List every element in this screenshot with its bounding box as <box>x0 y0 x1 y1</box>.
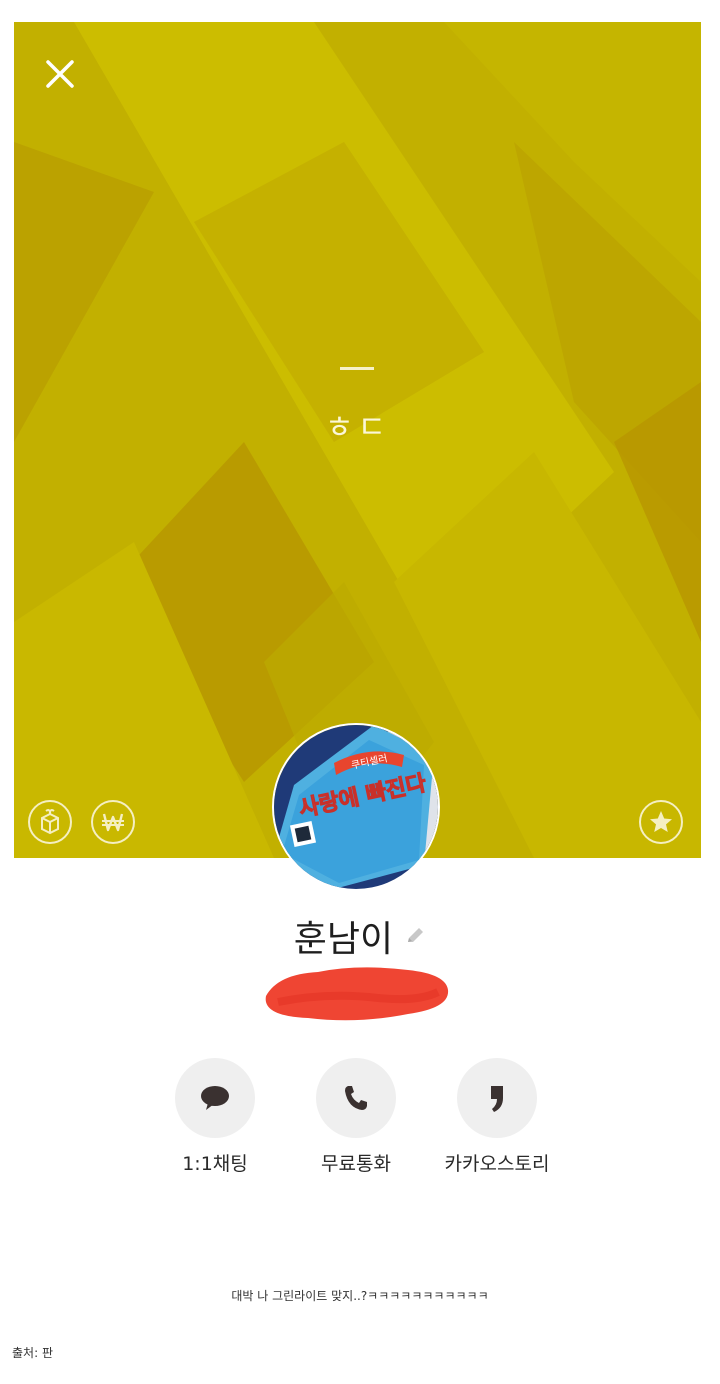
close-icon <box>46 60 74 88</box>
edit-pencil-icon[interactable] <box>404 925 426 947</box>
gift-button[interactable] <box>28 800 72 844</box>
close-button[interactable] <box>42 56 78 92</box>
kakaostory-action-button[interactable] <box>457 1058 537 1138</box>
post-caption: 대박 나 그린라이트 맞지..?ㅋㅋㅋㅋㅋㅋㅋㅋㅋㅋㅋ <box>231 1289 489 1303</box>
call-action-button[interactable] <box>316 1058 396 1138</box>
gift-icon <box>41 809 59 835</box>
star-icon <box>650 811 672 832</box>
profile-name-row: 훈남이 <box>0 910 720 962</box>
profile-photo: 쿠티셀러 사랑에 빠진다 <box>274 725 438 889</box>
won-icon <box>102 813 124 832</box>
kakaostory-action[interactable]: 카카오스토리 <box>417 1058 577 1176</box>
chat-bubble-icon <box>201 1086 229 1110</box>
status-message: ㅎㄷ <box>324 410 391 446</box>
post-source: 출처: 판 <box>12 1346 53 1360</box>
profile-avatar[interactable]: 쿠티셀러 사랑에 빠진다 <box>272 723 440 891</box>
phone-icon <box>345 1086 367 1110</box>
chat-action[interactable]: 1:1채팅 <box>135 1058 295 1176</box>
status-divider <box>340 367 374 370</box>
redaction-scribble <box>265 967 449 1021</box>
chat-action-label: 1:1채팅 <box>182 1153 248 1175</box>
call-action[interactable]: 무료통화 <box>276 1058 436 1176</box>
favorite-button[interactable] <box>639 800 683 844</box>
kakaostory-icon <box>491 1086 503 1112</box>
kakaostory-action-label: 카카오스토리 <box>444 1153 550 1175</box>
call-action-label: 무료통화 <box>321 1153 391 1175</box>
kakaopay-button[interactable] <box>91 800 135 844</box>
profile-name: 훈남이 <box>293 919 394 960</box>
chat-action-button[interactable] <box>175 1058 255 1138</box>
